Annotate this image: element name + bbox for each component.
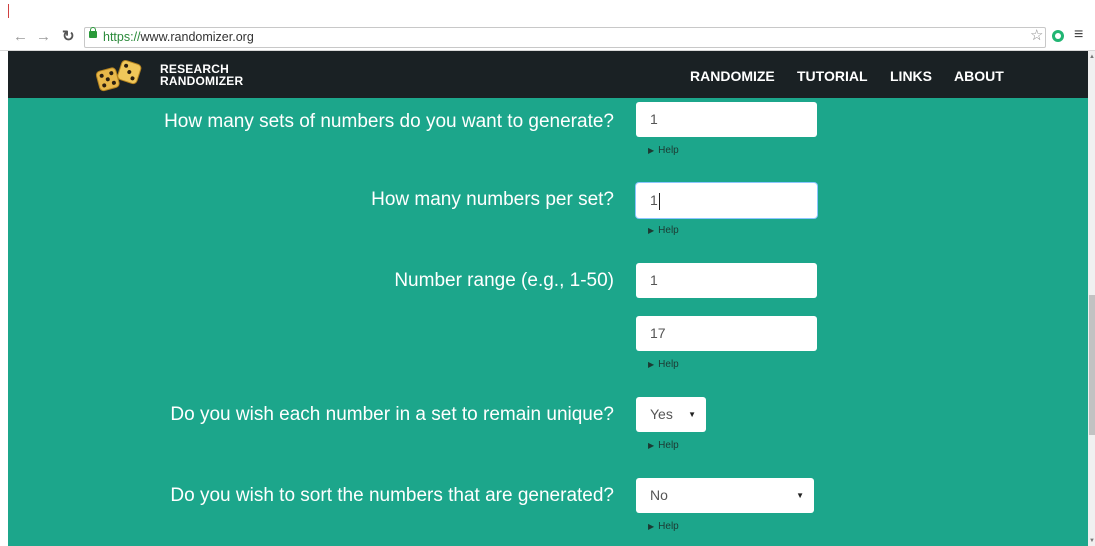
help-label: Help <box>658 145 679 156</box>
extension-icon[interactable] <box>1052 30 1064 42</box>
site-page: RESEARCH RANDOMIZER RANDOMIZE TUTORIAL L… <box>8 51 1088 546</box>
nav-randomize[interactable]: RANDOMIZE <box>690 68 775 84</box>
scroll-up-icon[interactable]: ▲ <box>1089 53 1095 61</box>
unique-question-label: Do you wish each number in a set to rema… <box>170 404 614 425</box>
range-to-input[interactable]: 17 <box>636 316 817 351</box>
text-caret <box>658 192 660 210</box>
scrollbar-thumb[interactable] <box>1089 295 1095 435</box>
expand-triangle-icon: ▶ <box>648 226 655 235</box>
dropdown-arrow-icon: ▼ <box>796 491 804 500</box>
site-header: RESEARCH RANDOMIZER RANDOMIZE TUTORIAL L… <box>8 51 1088 98</box>
scroll-down-icon[interactable]: ▼ <box>1089 537 1095 545</box>
nav-tutorial[interactable]: TUTORIAL <box>797 68 868 84</box>
expand-triangle-icon: ▶ <box>648 441 655 450</box>
url-scheme: https:// <box>103 30 141 44</box>
help-label: Help <box>658 521 679 532</box>
url-text[interactable]: https://www.randomizer.org <box>103 29 254 45</box>
per-set-input[interactable]: 1 <box>636 183 817 218</box>
unique-selected-value: Yes <box>650 406 673 422</box>
unique-select[interactable]: Yes ▼ <box>636 397 706 432</box>
tab-edge <box>8 4 9 18</box>
help-label: Help <box>658 225 679 236</box>
per-set-question-label: How many numbers per set? <box>371 189 614 210</box>
menu-icon[interactable]: ≡ <box>1074 25 1083 45</box>
dropdown-arrow-icon: ▼ <box>688 410 696 419</box>
expand-triangle-icon: ▶ <box>648 146 655 155</box>
per-set-help-link[interactable]: ▶ Help <box>648 225 679 237</box>
reload-icon[interactable]: ↻ <box>62 27 75 47</box>
range-help-link[interactable]: ▶ Help <box>648 359 679 371</box>
sort-selected-value: No <box>650 487 668 503</box>
logo-text[interactable]: RESEARCH RANDOMIZER <box>160 63 243 87</box>
sort-help-link[interactable]: ▶ Help <box>648 521 679 533</box>
dice-logo-icon[interactable] <box>95 59 143 93</box>
forward-icon[interactable]: → <box>36 27 51 47</box>
sort-select[interactable]: No ▼ <box>636 478 814 513</box>
range-question-label: Number range (e.g., 1-50) <box>394 270 614 291</box>
address-bar[interactable]: https://www.randomizer.org <box>84 27 1046 48</box>
browser-toolbar: ← → ↻ https://www.randomizer.org <box>0 25 1095 51</box>
logo-line-randomizer: RANDOMIZER <box>160 74 244 88</box>
sets-question-label: How many sets of numbers do you want to … <box>164 111 614 132</box>
url-host: www.randomizer.org <box>140 30 254 44</box>
sets-help-link[interactable]: ▶ Help <box>648 145 679 157</box>
help-label: Help <box>658 359 679 370</box>
per-set-value: 1 <box>650 192 658 208</box>
sets-input[interactable]: 1 <box>636 102 817 137</box>
help-label: Help <box>658 440 679 451</box>
bookmark-star-icon[interactable]: ☆ <box>1030 26 1043 46</box>
expand-triangle-icon: ▶ <box>648 522 655 531</box>
unique-help-link[interactable]: ▶ Help <box>648 440 679 452</box>
nav-about[interactable]: ABOUT <box>954 68 1004 84</box>
expand-triangle-icon: ▶ <box>648 360 655 369</box>
lock-icon <box>89 27 97 38</box>
sort-question-label: Do you wish to sort the numbers that are… <box>170 485 614 506</box>
back-icon[interactable]: ← <box>13 27 28 47</box>
nav-links[interactable]: LINKS <box>890 68 932 84</box>
range-from-input[interactable]: 1 <box>636 263 817 298</box>
tab-strip <box>0 0 1095 25</box>
